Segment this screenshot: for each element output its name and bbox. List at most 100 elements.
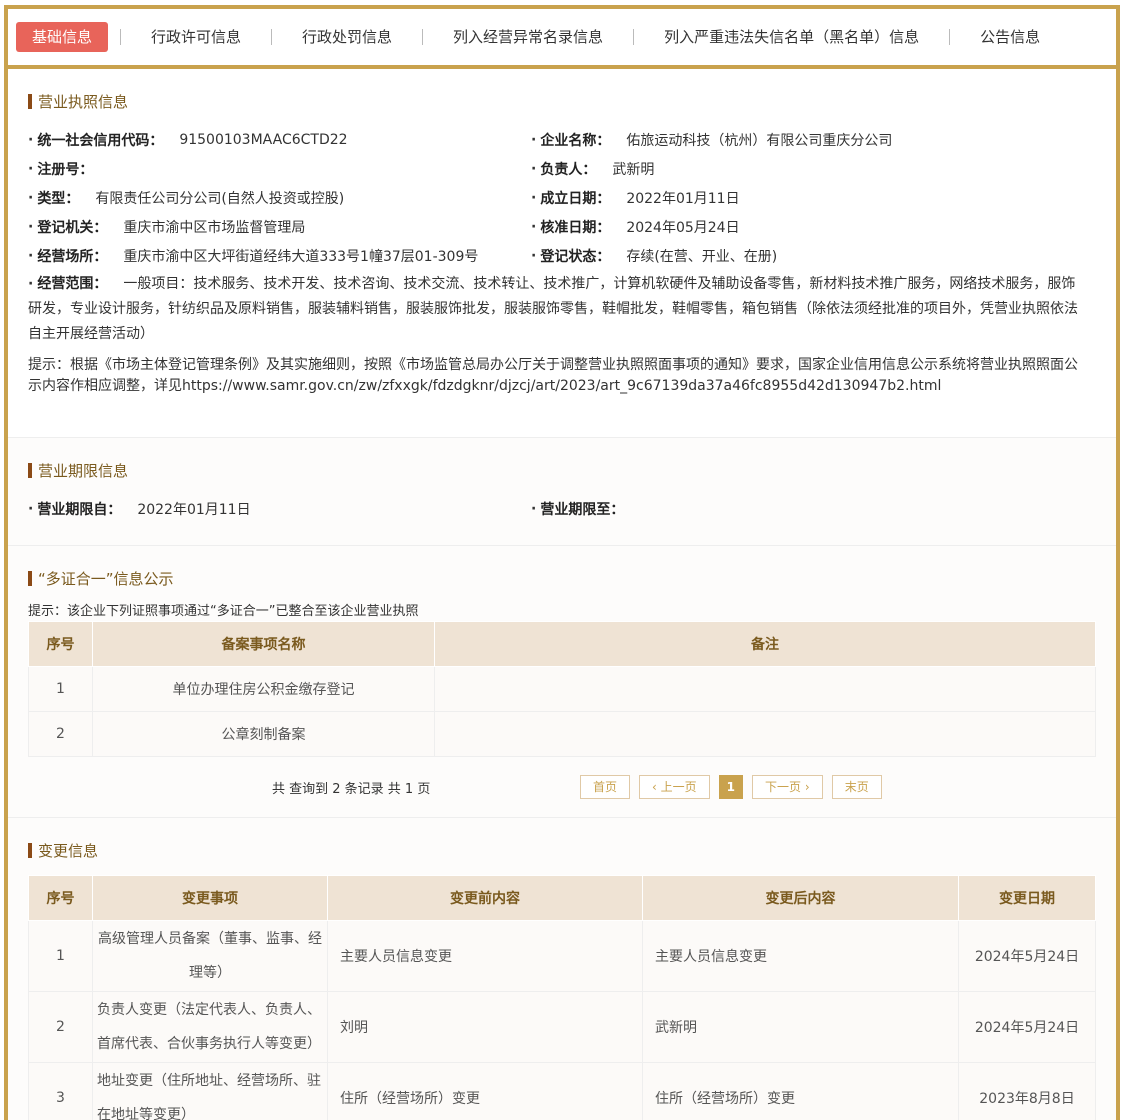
period-section: 营业期限信息 ·营业期限自：2022年01月11日 ·营业期限至： xyxy=(8,438,1116,545)
info-value: 有限责任公司分公司(自然人投资或控股) xyxy=(95,188,344,208)
table-header-cell: 变更事项 xyxy=(93,876,328,921)
table-cell: 住所（经营场所）变更 xyxy=(328,1063,643,1120)
period-section-title: 营业期限信息 xyxy=(28,460,1096,481)
info-value: 武新明 xyxy=(612,159,654,179)
table-header-cell: 变更后内容 xyxy=(643,876,959,921)
tab-admin-license[interactable]: 行政许可信息 xyxy=(133,22,259,52)
section-bar-icon xyxy=(28,94,32,109)
table-header-cell: 序号 xyxy=(29,876,93,921)
info-principal: ·负责人：武新明 xyxy=(531,154,1096,183)
scope-label: 经营范围： xyxy=(37,276,107,292)
first-page-button[interactable]: 首页 xyxy=(580,775,630,799)
table-cell: 2 xyxy=(29,712,93,757)
info-label: 营业期限自： xyxy=(37,499,121,519)
info-value: 重庆市渝中区大坪街道经纬大道333号1幢37层01-309号 xyxy=(123,246,478,266)
info-type: ·类型：有限责任公司分公司(自然人投资或控股) xyxy=(28,183,531,212)
table-cell: 武新明 xyxy=(643,992,959,1063)
multi-cert-tip: 提示：该企业下列证照事项通过“多证合一”已整合至该企业营业执照 xyxy=(28,603,1096,621)
prev-page-button[interactable]: ‹ 上一页 xyxy=(639,775,710,799)
info-reg-status: ·登记状态：存续(在营、开业、在册) xyxy=(531,241,1096,270)
info-label: 成立日期： xyxy=(540,188,610,208)
info-approval-date: ·核准日期：2024年05月24日 xyxy=(531,212,1096,241)
table-cell: 3 xyxy=(29,1063,93,1120)
changes-section-title: 变更信息 xyxy=(28,840,1096,861)
next-page-button[interactable]: 下一页 › xyxy=(752,775,823,799)
table-row: 1 高级管理人员备案（董事、监事、经理等） 主要人员信息变更 主要人员信息变更 … xyxy=(29,921,1096,992)
chevron-left-icon: ‹ xyxy=(652,780,657,794)
tab-separator xyxy=(271,29,272,45)
section-title-text: 变更信息 xyxy=(38,840,98,861)
table-cell: 公章刻制备案 xyxy=(93,712,435,757)
table-cell: 主要人员信息变更 xyxy=(643,921,959,992)
info-company-name: ·企业名称：佑旅运动科技（杭州）有限公司重庆分公司 xyxy=(531,125,1096,154)
info-label: 统一社会信用代码： xyxy=(37,130,163,150)
scope-value: 一般项目：技术服务、技术开发、技术咨询、技术交流、技术转让、技术推广，计算机软硬… xyxy=(28,276,1078,342)
table-cell: 负责人变更（法定代表人、负责人、首席代表、合伙事务执行人等变更） xyxy=(93,992,328,1063)
info-value: 2022年01月11日 xyxy=(137,499,250,519)
table-cell: 高级管理人员备案（董事、监事、经理等） xyxy=(93,921,328,992)
table-row: 2 公章刻制备案 xyxy=(29,712,1096,757)
section-bar-icon xyxy=(28,571,32,586)
tab-announcement[interactable]: 公告信息 xyxy=(962,22,1058,52)
table-header-cell: 备案事项名称 xyxy=(93,622,435,667)
table-header-row: 序号 变更事项 变更前内容 变更后内容 变更日期 xyxy=(29,876,1096,921)
pagination-count: 共 查询到 2 条记录 共 1 页 xyxy=(28,778,580,797)
table-header-row: 序号 备案事项名称 备注 xyxy=(29,622,1096,667)
page-number-button[interactable]: 1 xyxy=(719,775,743,799)
info-label: 核准日期： xyxy=(540,217,610,237)
table-row: 3 地址变更（住所地址、经营场所、驻在地址等变更） 住所（经营场所）变更 住所（… xyxy=(29,1063,1096,1120)
multi-cert-section-title: “多证合一”信息公示 xyxy=(28,568,1096,589)
table-cell: 地址变更（住所地址、经营场所、驻在地址等变更） xyxy=(93,1063,328,1120)
tab-basic-info[interactable]: 基础信息 xyxy=(16,22,108,52)
info-value: 重庆市渝中区市场监督管理局 xyxy=(123,217,305,237)
pagination: 共 查询到 2 条记录 共 1 页 首页 ‹ 上一页 1 下一页 › 末页 xyxy=(28,757,1096,817)
table-row: 1 单位办理住房公积金缴存登记 xyxy=(29,667,1096,712)
table-cell: 2024年5月24日 xyxy=(959,921,1096,992)
chevron-right-icon: › xyxy=(805,780,810,794)
info-value: 2022年01月11日 xyxy=(626,188,739,208)
license-info-grid: ·统一社会信用代码：91500103MAAC6CTD22 ·企业名称：佑旅运动科… xyxy=(28,125,1096,270)
tab-bar: 基础信息 行政许可信息 行政处罚信息 列入经营异常名录信息 列入严重违法失信名单… xyxy=(8,9,1116,69)
tab-separator xyxy=(422,29,423,45)
table-row: 2 负责人变更（法定代表人、负责人、首席代表、合伙事务执行人等变更） 刘明 武新… xyxy=(29,992,1096,1063)
changes-table: 序号 变更事项 变更前内容 变更后内容 变更日期 1 高级管理人员备案（董事、监… xyxy=(28,875,1096,1120)
last-page-button[interactable]: 末页 xyxy=(832,775,882,799)
info-label: 类型： xyxy=(37,188,79,208)
info-business-place: ·经营场所：重庆市渝中区大坪街道经纬大道333号1幢37层01-309号 xyxy=(28,241,531,270)
table-cell: 2024年5月24日 xyxy=(959,992,1096,1063)
info-value: 91500103MAAC6CTD22 xyxy=(179,132,347,148)
table-cell: 住所（经营场所）变更 xyxy=(643,1063,959,1120)
info-reg-number: ·注册号： xyxy=(28,154,531,183)
info-label: 经营场所： xyxy=(37,246,107,266)
table-cell xyxy=(435,667,1096,712)
info-established-date: ·成立日期：2022年01月11日 xyxy=(531,183,1096,212)
info-label: 企业名称： xyxy=(540,130,610,150)
info-reg-authority: ·登记机关：重庆市渝中区市场监督管理局 xyxy=(28,212,531,241)
prev-page-label: 上一页 xyxy=(661,780,697,794)
info-label: 登记状态： xyxy=(540,246,610,266)
table-header-cell: 变更日期 xyxy=(959,876,1096,921)
section-title-text: 营业期限信息 xyxy=(38,460,128,481)
tab-separator xyxy=(120,29,121,45)
license-tip: 提示：根据《市场主体登记管理条例》及其实施细则，按照《市场监管总局办公厅关于调整… xyxy=(28,355,1096,397)
multi-cert-table: 序号 备案事项名称 备注 1 单位办理住房公积金缴存登记 2 公章刻制备案 xyxy=(28,621,1096,757)
tab-separator xyxy=(949,29,950,45)
license-section: 营业执照信息 ·统一社会信用代码：91500103MAAC6CTD22 ·企业名… xyxy=(8,69,1116,437)
page-frame: 基础信息 行政许可信息 行政处罚信息 列入经营异常名录信息 列入严重违法失信名单… xyxy=(4,5,1120,1120)
tab-admin-penalty[interactable]: 行政处罚信息 xyxy=(284,22,410,52)
tab-blacklist[interactable]: 列入严重违法失信名单（黑名单）信息 xyxy=(646,22,937,52)
table-header-cell: 备注 xyxy=(435,622,1096,667)
period-info-grid: ·营业期限自：2022年01月11日 ·营业期限至： xyxy=(28,494,1096,523)
section-title-text: “多证合一”信息公示 xyxy=(38,568,174,589)
tab-abnormal-list[interactable]: 列入经营异常名录信息 xyxy=(435,22,621,52)
info-value: 存续(在营、开业、在册) xyxy=(626,246,777,266)
table-cell xyxy=(435,712,1096,757)
info-label: 营业期限至： xyxy=(540,499,624,519)
changes-section: 变更信息 序号 变更事项 变更前内容 变更后内容 变更日期 1 高级管理人员备案… xyxy=(8,818,1116,1120)
info-label: 登记机关： xyxy=(37,217,107,237)
info-value: 佑旅运动科技（杭州）有限公司重庆分公司 xyxy=(626,130,892,150)
section-title-text: 营业执照信息 xyxy=(38,91,128,112)
table-header-cell: 变更前内容 xyxy=(328,876,643,921)
info-credit-code: ·统一社会信用代码：91500103MAAC6CTD22 xyxy=(28,125,531,154)
table-cell: 2023年8月8日 xyxy=(959,1063,1096,1120)
